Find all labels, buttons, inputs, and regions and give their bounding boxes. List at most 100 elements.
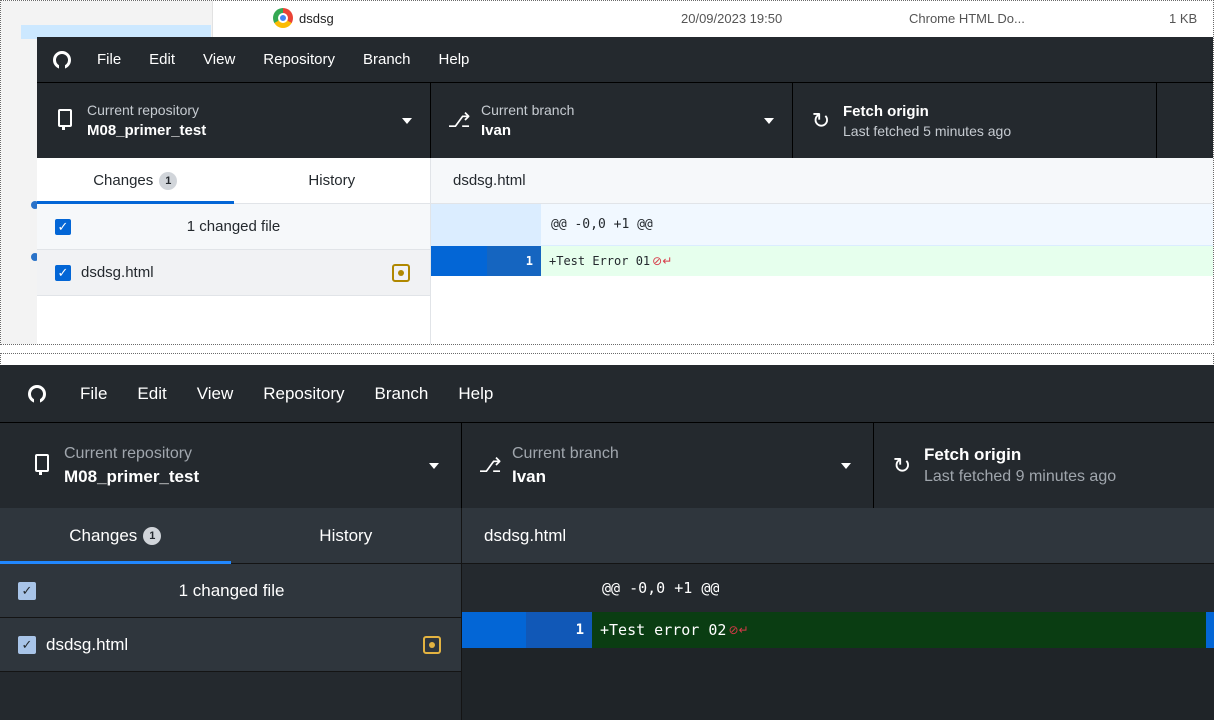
git-branch-icon: ⎇ — [447, 110, 471, 132]
chevron-down-icon — [841, 462, 851, 469]
tab-history[interactable]: History — [231, 508, 462, 563]
repo-label: Current repository — [64, 444, 193, 462]
menu-help[interactable]: Help — [458, 384, 493, 404]
current-repository-button[interactable]: Current repository M08_primer_test — [37, 83, 431, 158]
menu-branch[interactable]: Branch — [363, 51, 411, 68]
explorer-file-date: 20/09/2023 19:50 — [681, 11, 783, 26]
hunk-gutter — [431, 204, 541, 245]
tab-history[interactable]: History — [233, 158, 430, 203]
no-newline-icon: ⊘↵ — [728, 623, 749, 637]
github-icon — [53, 50, 71, 70]
fetch-title: Fetch origin — [843, 102, 929, 120]
explorer-file-type: Chrome HTML Do... — [909, 11, 1025, 26]
file-modified-icon — [423, 635, 441, 654]
file-explorer-background: dsdsg 20/09/2023 19:50 Chrome HTML Do...… — [1, 1, 1213, 344]
toolbar: Current repository M08_primer_test ⎇ Cur… — [37, 82, 1213, 158]
tab-history-label: History — [308, 172, 356, 189]
tab-history-label: History — [319, 525, 373, 545]
file-checkbox[interactable]: ✓ — [18, 635, 36, 654]
tab-changes[interactable]: Changes 1 — [0, 508, 231, 564]
select-all-checkbox[interactable]: ✓ — [55, 218, 71, 235]
line-number: 1 — [487, 246, 541, 276]
menu-repository[interactable]: Repository — [263, 384, 344, 404]
repo-icon — [28, 453, 56, 478]
git-branch-icon: ⎇ — [478, 455, 502, 477]
sync-icon: ↻ — [892, 452, 912, 478]
changed-file-name: dsdsg.html — [81, 264, 154, 281]
current-branch-button[interactable]: ⎇ Current branch Ivan — [462, 423, 874, 508]
fetch-subtitle: Last fetched 9 minutes ago — [924, 468, 1117, 485]
changes-count-badge: 1 — [143, 526, 162, 545]
repo-name: M08_primer_test — [87, 122, 207, 139]
menu-edit[interactable]: Edit — [137, 384, 166, 404]
diff-added-line[interactable]: 1 +Test error 02 ⊘↵ — [462, 612, 1214, 648]
menu-branch[interactable]: Branch — [375, 384, 429, 404]
menu-file[interactable]: File — [97, 51, 121, 68]
fetch-origin-button[interactable]: ↻ Fetch origin Last fetched 9 minutes ag… — [874, 423, 1214, 508]
menu-file[interactable]: File — [80, 384, 107, 404]
diff-view: dsdsg.html @@ -0,0 +1 @@ 1 +Test error 0… — [462, 508, 1214, 720]
menu-bar: File Edit View Repository Branch Help — [0, 365, 1214, 422]
tab-changes[interactable]: Changes 1 — [37, 158, 234, 204]
line-selection-edge — [1206, 612, 1214, 648]
repo-name: M08_primer_test — [64, 466, 200, 486]
fetch-title: Fetch origin — [924, 445, 1022, 464]
explorer-file-size: 1 KB — [1169, 11, 1198, 26]
menu-view[interactable]: View — [203, 51, 235, 68]
file-checkbox[interactable]: ✓ — [55, 264, 71, 281]
diff-view: dsdsg.html @@ -0,0 +1 @@ 1 +Test Error 0… — [431, 158, 1213, 344]
list-item[interactable]: ✓ dsdsg.html — [37, 250, 430, 296]
changed-files-count: 1 changed file — [186, 218, 281, 235]
tab-changes-label: Changes — [69, 525, 138, 545]
diff-added-line[interactable]: 1 +Test Error 01 ⊘↵ — [431, 246, 1213, 276]
changed-files-header: ✓ 1 changed file — [0, 564, 461, 618]
line-gutter[interactable]: 1 — [462, 612, 592, 648]
line-selection-strip[interactable] — [462, 612, 526, 648]
fetch-origin-button[interactable]: ↻ Fetch origin Last fetched 5 minutes ag… — [793, 83, 1157, 158]
explorer-file-name[interactable]: dsdsg — [299, 11, 334, 26]
fetch-subtitle: Last fetched 5 minutes ago — [843, 122, 1012, 139]
sidebar-tabs: Changes 1 History — [37, 158, 430, 204]
changes-sidebar: Changes 1 History ✓ 1 changed file ✓ dsd… — [0, 508, 462, 720]
list-item[interactable]: ✓ dsdsg.html — [0, 618, 461, 672]
changes-sidebar: Changes 1 History ✓ 1 changed file ✓ dsd… — [37, 158, 431, 344]
diff-hunk-header: @@ -0,0 +1 @@ — [462, 564, 1214, 612]
menu-bar: File Edit View Repository Branch Help — [37, 37, 1213, 82]
sidebar-tabs: Changes 1 History — [0, 508, 461, 564]
added-line-text: +Test Error 01 — [549, 254, 651, 268]
chevron-down-icon — [402, 117, 412, 124]
menu-repository[interactable]: Repository — [263, 51, 335, 68]
branch-name: Ivan — [481, 122, 512, 139]
menu-edit[interactable]: Edit — [149, 51, 175, 68]
current-branch-button[interactable]: ⎇ Current branch Ivan — [431, 83, 793, 158]
changed-files-header: ✓ 1 changed file — [37, 204, 430, 250]
added-line-text: +Test error 02 — [600, 621, 727, 639]
github-icon — [28, 384, 46, 404]
chevron-down-icon — [429, 462, 439, 469]
changed-files-count: 1 changed file — [178, 580, 285, 600]
repo-icon — [51, 108, 79, 133]
chevron-down-icon — [764, 117, 774, 124]
hunk-header-text: @@ -0,0 +1 @@ — [602, 579, 720, 597]
line-number: 1 — [526, 612, 592, 648]
repo-label: Current repository — [87, 102, 200, 118]
current-repository-button[interactable]: Current repository M08_primer_test — [0, 423, 462, 508]
hunk-header-text: @@ -0,0 +1 @@ — [551, 217, 653, 232]
no-newline-icon: ⊘↵ — [652, 254, 673, 268]
sync-icon: ↻ — [811, 107, 831, 133]
changes-count-badge: 1 — [159, 171, 178, 190]
line-gutter[interactable]: 1 — [431, 246, 541, 276]
line-selection-strip[interactable] — [431, 246, 487, 276]
chrome-file-icon — [273, 8, 293, 28]
file-modified-icon — [392, 263, 410, 282]
branch-label: Current branch — [481, 102, 575, 118]
menu-help[interactable]: Help — [439, 51, 470, 68]
diff-hunk-header: @@ -0,0 +1 @@ — [431, 204, 1213, 246]
diff-file-header: dsdsg.html — [431, 158, 1213, 204]
github-desktop-window-dark: File Edit View Repository Branch Help Cu… — [0, 365, 1214, 720]
screenshot-light-theme: dsdsg 20/09/2023 19:50 Chrome HTML Do...… — [0, 0, 1214, 345]
menu-view[interactable]: View — [197, 384, 234, 404]
select-all-checkbox[interactable]: ✓ — [18, 581, 36, 600]
branch-label: Current branch — [512, 444, 619, 462]
hunk-gutter — [462, 564, 592, 612]
